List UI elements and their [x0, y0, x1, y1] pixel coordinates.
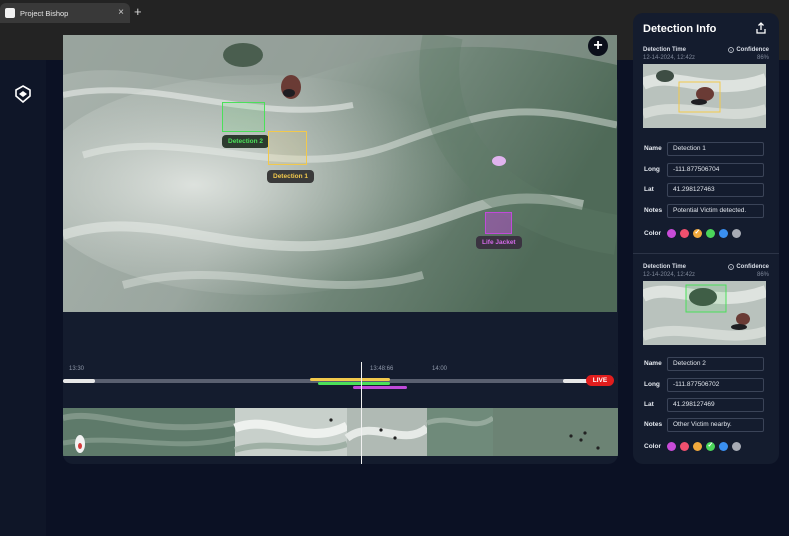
name-field[interactable]: Detection 2 — [667, 357, 764, 371]
color-swatch[interactable] — [693, 442, 702, 451]
confidence-label-text: Confidence — [736, 47, 769, 53]
timeline-label-start: 13:30 — [69, 366, 85, 372]
playhead[interactable] — [361, 362, 362, 464]
timeline-label-current: 13:48:66 — [370, 366, 394, 372]
filmstrip[interactable] — [63, 408, 618, 456]
timeline-label-end: 14:00 — [432, 366, 448, 372]
lat-label: Lat — [644, 186, 654, 193]
color-swatch[interactable] — [719, 442, 728, 451]
color-swatch[interactable] — [667, 442, 676, 451]
notes-field[interactable]: Other Victim nearby. — [667, 418, 764, 432]
detection-1-card[interactable]: Detection Time Confidence 12-14-2024, 12… — [633, 47, 779, 252]
detection-2-box[interactable] — [222, 102, 265, 132]
panel-divider — [633, 253, 779, 254]
long-label: Long — [644, 381, 660, 388]
live-badge[interactable]: LIVE — [586, 375, 614, 386]
name-label: Name — [644, 360, 662, 367]
info-icon — [728, 47, 735, 53]
color-swatch[interactable] — [693, 228, 702, 238]
life-jacket-box[interactable] — [485, 212, 512, 234]
favicon-icon — [5, 8, 15, 18]
notes-label: Notes — [644, 421, 663, 428]
detection-2-thumbnail — [643, 281, 766, 345]
left-rail — [0, 60, 46, 536]
color-label: Color — [644, 443, 661, 450]
notes-label: Notes — [644, 207, 663, 214]
tab-title: Project Bishop — [20, 8, 69, 18]
app-logo-icon[interactable] — [14, 85, 32, 103]
detection-1-thumbnail — [643, 64, 766, 128]
tab-close-icon[interactable]: × — [118, 7, 124, 19]
notes-field[interactable]: Potential Victim detected. — [667, 204, 764, 218]
timeline-start-marker — [63, 379, 95, 383]
color-swatch[interactable] — [719, 229, 728, 238]
color-swatch[interactable] — [680, 442, 689, 451]
longitude-field[interactable]: -111.877506702 — [667, 378, 764, 392]
long-label: Long — [644, 166, 660, 173]
color-picker — [667, 441, 741, 451]
confidence-value: 86% — [756, 272, 769, 278]
panel-title: Detection Info — [643, 23, 717, 35]
color-swatch[interactable] — [667, 229, 676, 238]
detection-time-value: 12-14-2024, 12:42z — [643, 272, 696, 278]
name-field[interactable]: Detection 1 — [667, 142, 764, 156]
color-swatch[interactable] — [706, 229, 715, 238]
color-swatch[interactable] — [732, 442, 741, 451]
share-icon[interactable] — [755, 22, 767, 34]
latitude-field[interactable]: 41.298127469 — [667, 398, 764, 412]
browser-tab[interactable]: Project Bishop × — [0, 3, 130, 23]
detection-2-card[interactable]: Detection Time Confidence 12-14-2024, 12… — [633, 264, 779, 464]
color-label: Color — [644, 230, 661, 237]
video-frame[interactable] — [63, 35, 617, 312]
detection-2-segment[interactable] — [318, 382, 390, 385]
detection-info-panel: Detection Info Detection Time Confidence… — [633, 13, 779, 464]
color-swatch[interactable] — [706, 441, 715, 451]
detection-time-label: Detection Time — [643, 47, 686, 53]
timeline-card: 13:30 13:48:66 14:00 LIVE — [63, 362, 618, 464]
add-detection-button[interactable]: + — [588, 36, 608, 56]
confidence-value: 86% — [756, 55, 769, 61]
detection-time-value: 12-14-2024, 12:42z — [643, 55, 696, 61]
confidence-label: Confidence — [728, 264, 769, 270]
name-label: Name — [644, 145, 662, 152]
color-swatch[interactable] — [732, 229, 741, 238]
new-tab-button[interactable]: + — [134, 5, 142, 19]
info-icon — [728, 264, 735, 270]
confidence-label-text: Confidence — [736, 264, 769, 270]
detection-1-segment[interactable] — [310, 378, 390, 381]
detection-time-label: Detection Time — [643, 264, 686, 270]
longitude-field[interactable]: -111.877506704 — [667, 163, 764, 177]
color-picker — [667, 228, 741, 238]
detection-1-box[interactable] — [268, 131, 307, 165]
detection-2-label[interactable]: Detection 2 — [222, 135, 270, 148]
color-swatch[interactable] — [680, 229, 689, 238]
detection-1-label[interactable]: Detection 1 — [267, 170, 315, 183]
latitude-field[interactable]: 41.298127463 — [667, 183, 764, 197]
confidence-label: Confidence — [728, 47, 769, 53]
lat-label: Lat — [644, 401, 654, 408]
life-jacket-label[interactable]: Life Jacket — [476, 236, 522, 249]
